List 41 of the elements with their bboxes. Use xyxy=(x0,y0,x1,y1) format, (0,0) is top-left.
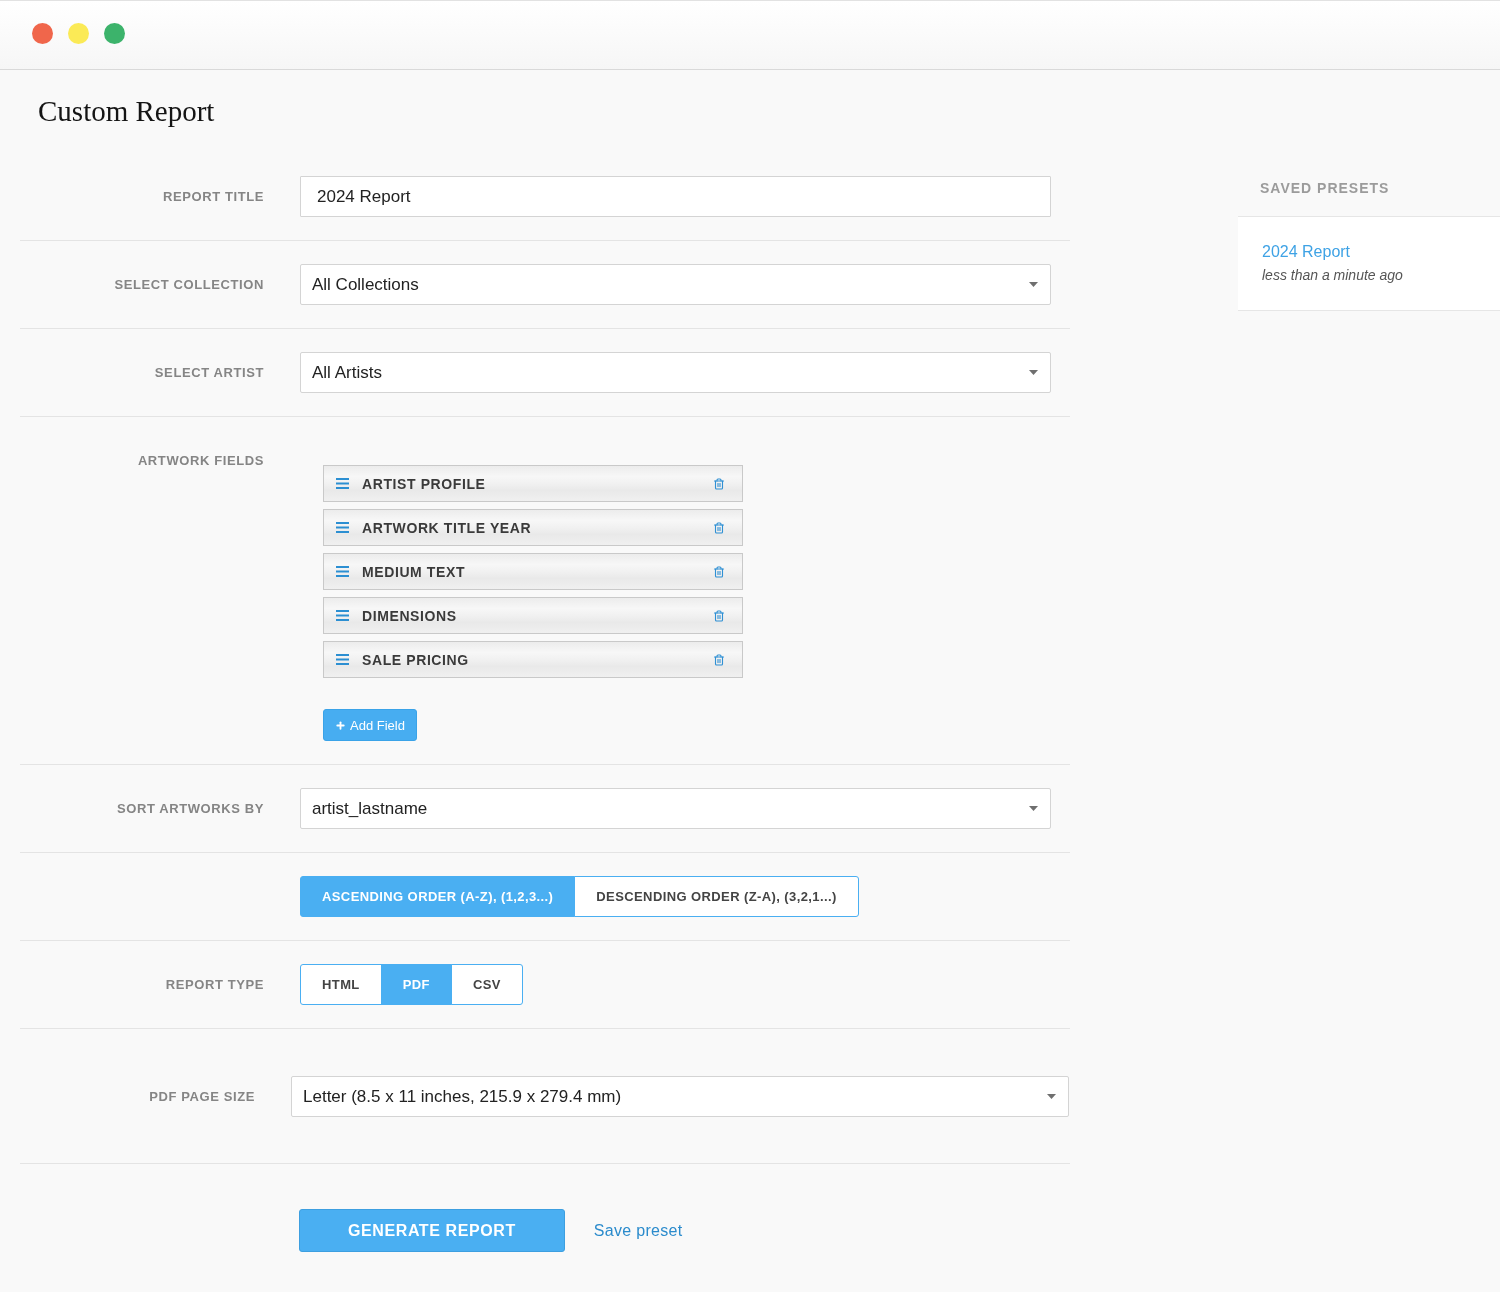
window-control-icon[interactable] xyxy=(32,23,53,44)
page-title: Custom Report xyxy=(38,94,215,129)
trash-icon[interactable] xyxy=(713,653,725,666)
caret-icon xyxy=(1029,806,1038,811)
select-field[interactable]: All Artists xyxy=(300,352,1051,393)
trash-icon[interactable] xyxy=(713,609,725,622)
drag-handle-icon[interactable] xyxy=(336,654,349,665)
field-label: REPORT TITLE xyxy=(162,189,264,204)
select-field[interactable]: All Collections xyxy=(300,264,1051,305)
trash-icon[interactable] xyxy=(713,477,725,490)
trash-icon[interactable] xyxy=(713,521,725,534)
field-item[interactable]: ARTWORK TITLE YEAR xyxy=(323,509,743,546)
drag-handle-icon[interactable] xyxy=(336,478,349,489)
saved-presets-heading: SAVED PRESETS xyxy=(1260,180,1390,196)
field-label: SELECT ARTIST xyxy=(154,365,264,380)
toggle-button[interactable]: CSV xyxy=(450,964,523,1005)
window-control-icon[interactable] xyxy=(104,23,125,44)
select-field[interactable]: artist_lastname xyxy=(300,788,1051,829)
text-field[interactable]: 2024 Report xyxy=(300,176,1051,217)
field-item[interactable]: MEDIUM TEXT xyxy=(323,553,743,590)
field-label: PDF PAGE SIZE xyxy=(149,1089,255,1104)
field-item[interactable]: DIMENSIONS xyxy=(323,597,743,634)
drag-handle-icon[interactable] xyxy=(336,522,349,533)
select-field[interactable]: Letter (8.5 x 11 inches, 215.9 x 279.4 mm) xyxy=(291,1076,1069,1117)
drag-handle-icon[interactable] xyxy=(336,566,349,577)
trash-icon[interactable] xyxy=(713,565,725,578)
field-label: REPORT TYPE xyxy=(165,977,264,992)
plus-icon xyxy=(335,719,346,731)
toggle-button[interactable]: HTML xyxy=(300,964,382,1005)
caret-icon xyxy=(1029,282,1038,287)
save-preset-link[interactable]: Save preset xyxy=(593,1221,683,1240)
field-label: SELECT COLLECTION xyxy=(114,277,264,292)
toggle-button[interactable]: DESCENDING ORDER (Z-A), (3,2,1...) xyxy=(574,876,859,917)
caret-icon xyxy=(1047,1094,1056,1099)
caret-icon xyxy=(1029,370,1038,375)
field-label: SORT ARTWORKS BY xyxy=(116,801,264,816)
preset-time: less than a minute ago xyxy=(1262,266,1403,284)
drag-handle-icon[interactable] xyxy=(336,610,349,621)
field-label: ARTWORK FIELDS xyxy=(137,453,264,468)
field-item[interactable]: ARTIST PROFILE xyxy=(323,465,743,502)
field-item[interactable]: SALE PRICING xyxy=(323,641,743,678)
